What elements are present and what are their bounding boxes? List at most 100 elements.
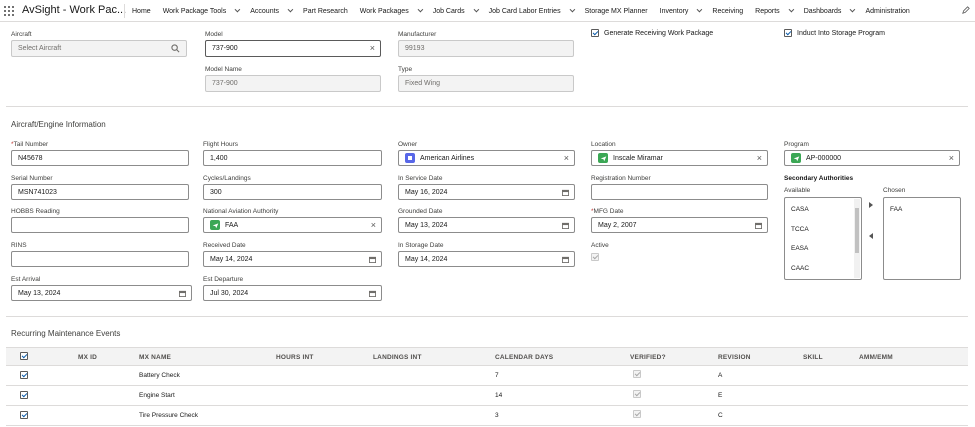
nav-item-work-packages[interactable]: Work Packages — [354, 0, 427, 22]
chosen-listbox[interactable]: FAA — [883, 197, 961, 280]
est-arrival-input[interactable]: May 13, 2024 — [11, 285, 192, 301]
available-option[interactable]: TCCA — [785, 220, 861, 240]
row-select-checkbox[interactable] — [20, 411, 28, 419]
location-lookup[interactable]: Inscale Miramar × — [591, 150, 768, 166]
chevron-down-icon[interactable] — [569, 6, 575, 13]
available-option[interactable]: EASA — [785, 239, 861, 259]
calendar-icon[interactable] — [369, 256, 376, 263]
est-departure-input[interactable]: Jul 30, 2024 — [203, 285, 382, 301]
tail-number-input[interactable]: N45678 — [11, 150, 189, 166]
chosen-label: Chosen — [883, 187, 906, 194]
registration-number-input[interactable] — [591, 184, 768, 200]
row-select-checkbox[interactable] — [20, 371, 28, 379]
nav-item-inventory[interactable]: Inventory — [654, 0, 707, 22]
grounded-date-input[interactable]: May 13, 2024 — [398, 217, 575, 233]
clear-program-icon[interactable]: × — [949, 154, 954, 163]
nav-item-administration[interactable]: Administration — [859, 0, 915, 22]
move-left-arrow-icon[interactable] — [868, 233, 874, 239]
in-storage-date-field: In Storage Date May 14, 2024 — [398, 242, 575, 267]
nav-tabs: Home Work Package Tools Accounts Part Resea… — [126, 0, 916, 22]
national-aviation-authority-lookup[interactable]: FAA × — [203, 217, 382, 233]
serial-number-input[interactable]: MSN741023 — [11, 184, 189, 200]
hobbs-reading-input[interactable] — [11, 217, 189, 233]
chevron-down-icon[interactable] — [788, 6, 794, 13]
col-amm-emm[interactable]: AMM/EMM — [859, 354, 893, 361]
model-name-value: 737-900 — [212, 80, 238, 87]
select-all-checkbox[interactable] — [20, 352, 28, 360]
col-mx-name[interactable]: MX NAME — [139, 354, 171, 361]
manufacturer-value: 99193 — [405, 45, 425, 52]
nav-item-part-research[interactable]: Part Research — [297, 0, 354, 22]
type-value: Fixed Wing — [405, 80, 441, 87]
calendar-icon[interactable] — [562, 189, 569, 196]
induct-storage-checkbox[interactable] — [784, 29, 792, 37]
calendar-icon[interactable] — [755, 222, 762, 229]
national-aviation-authority-value: FAA — [225, 221, 239, 229]
app-launcher-icon[interactable] — [4, 6, 14, 16]
nav-item-dashboards[interactable]: Dashboards — [798, 0, 860, 22]
owner-lookup[interactable]: American Airlines × — [398, 150, 575, 166]
generate-receiving-checkbox[interactable] — [591, 29, 599, 37]
col-hours-int[interactable]: HOURS INT — [276, 354, 314, 361]
chevron-down-icon[interactable] — [850, 6, 856, 13]
chevron-down-icon[interactable] — [417, 6, 423, 13]
aircraft-engine-info-title: Aircraft/Engine Information — [11, 120, 106, 129]
grounded-date-label: Grounded Date — [398, 208, 443, 215]
est-arrival-label: Est Arrival — [11, 276, 41, 283]
clear-authority-icon[interactable]: × — [371, 221, 376, 230]
model-input[interactable]: 737-900 × — [205, 40, 381, 57]
in-service-date-label: In Service Date — [398, 175, 443, 182]
nav-item-receiving[interactable]: Receiving — [706, 0, 749, 22]
program-field: Program AP-000000 × — [784, 141, 960, 166]
col-landings-int[interactable]: LANDINGS INT — [373, 354, 422, 361]
table-row: Battery Check 7 A — [6, 366, 968, 386]
nav-item-storage-mx-planner[interactable]: Storage MX Planner — [579, 0, 654, 22]
calendar-icon[interactable] — [179, 290, 186, 297]
clear-location-icon[interactable]: × — [757, 154, 762, 163]
nav-item-reports[interactable]: Reports — [749, 0, 798, 22]
available-listbox[interactable]: CASA TCCA EASA CAAC — [784, 197, 862, 280]
in-storage-date-input[interactable]: May 14, 2024 — [398, 251, 575, 267]
available-scrollbar[interactable] — [854, 199, 860, 278]
model-label: Model — [205, 31, 223, 38]
col-skill[interactable]: SKILL — [803, 354, 823, 361]
col-verified[interactable]: VERIFIED? — [630, 354, 666, 361]
cycles-input[interactable]: 300 — [203, 184, 382, 200]
available-option[interactable]: CAAC — [785, 259, 861, 279]
nav-item-job-card-labor-entries[interactable]: Job Card Labor Entries — [483, 0, 579, 22]
program-lookup[interactable]: AP-000000 × — [784, 150, 960, 166]
generate-receiving-option[interactable]: Generate Receiving Work Package — [591, 29, 713, 37]
secondary-authorities-title: Secondary Authorities — [784, 175, 854, 182]
nav-item-accounts[interactable]: Accounts — [244, 0, 297, 22]
chevron-down-icon[interactable] — [473, 6, 479, 13]
flight-hours-input[interactable]: 1,400 — [203, 150, 382, 166]
calendar-icon[interactable] — [562, 256, 569, 263]
row-select-checkbox[interactable] — [20, 391, 28, 399]
nav-item-work-package-tools[interactable]: Work Package Tools — [157, 0, 245, 22]
col-mx-id[interactable]: MX ID — [78, 354, 97, 361]
received-date-input[interactable]: May 14, 2024 — [203, 251, 382, 267]
nav-item-home[interactable]: Home — [126, 0, 157, 22]
col-calendar-days[interactable]: CALENDAR DAYS — [495, 354, 553, 361]
chevron-down-icon[interactable] — [697, 6, 703, 13]
available-option[interactable]: CASA — [785, 200, 861, 220]
col-revision[interactable]: REVISION — [718, 354, 751, 361]
rins-input[interactable] — [11, 251, 189, 267]
chevron-down-icon[interactable] — [287, 6, 294, 13]
nav-item-job-cards[interactable]: Job Cards — [427, 0, 483, 22]
clear-owner-icon[interactable]: × — [564, 154, 569, 163]
move-right-arrow-icon[interactable] — [868, 202, 874, 208]
induct-storage-option[interactable]: Induct Into Storage Program — [784, 29, 885, 37]
aircraft-lookup[interactable]: Select Aircraft — [11, 40, 187, 57]
calendar-icon[interactable] — [369, 290, 376, 297]
chevron-down-icon[interactable] — [234, 6, 241, 13]
nav-item-label: Job Card Labor Entries — [488, 7, 561, 15]
chosen-option[interactable]: FAA — [884, 200, 960, 220]
calendar-icon[interactable] — [562, 222, 569, 229]
edit-nav-pencil-icon[interactable] — [962, 6, 970, 14]
manufacturer-label: Manufacturer — [398, 31, 437, 38]
nav-item-label: Accounts — [250, 7, 280, 15]
clear-model-icon[interactable]: × — [370, 44, 375, 53]
in-service-date-input[interactable]: May 16, 2024 — [398, 184, 575, 200]
mfg-date-input[interactable]: May 2, 2007 — [591, 217, 768, 233]
